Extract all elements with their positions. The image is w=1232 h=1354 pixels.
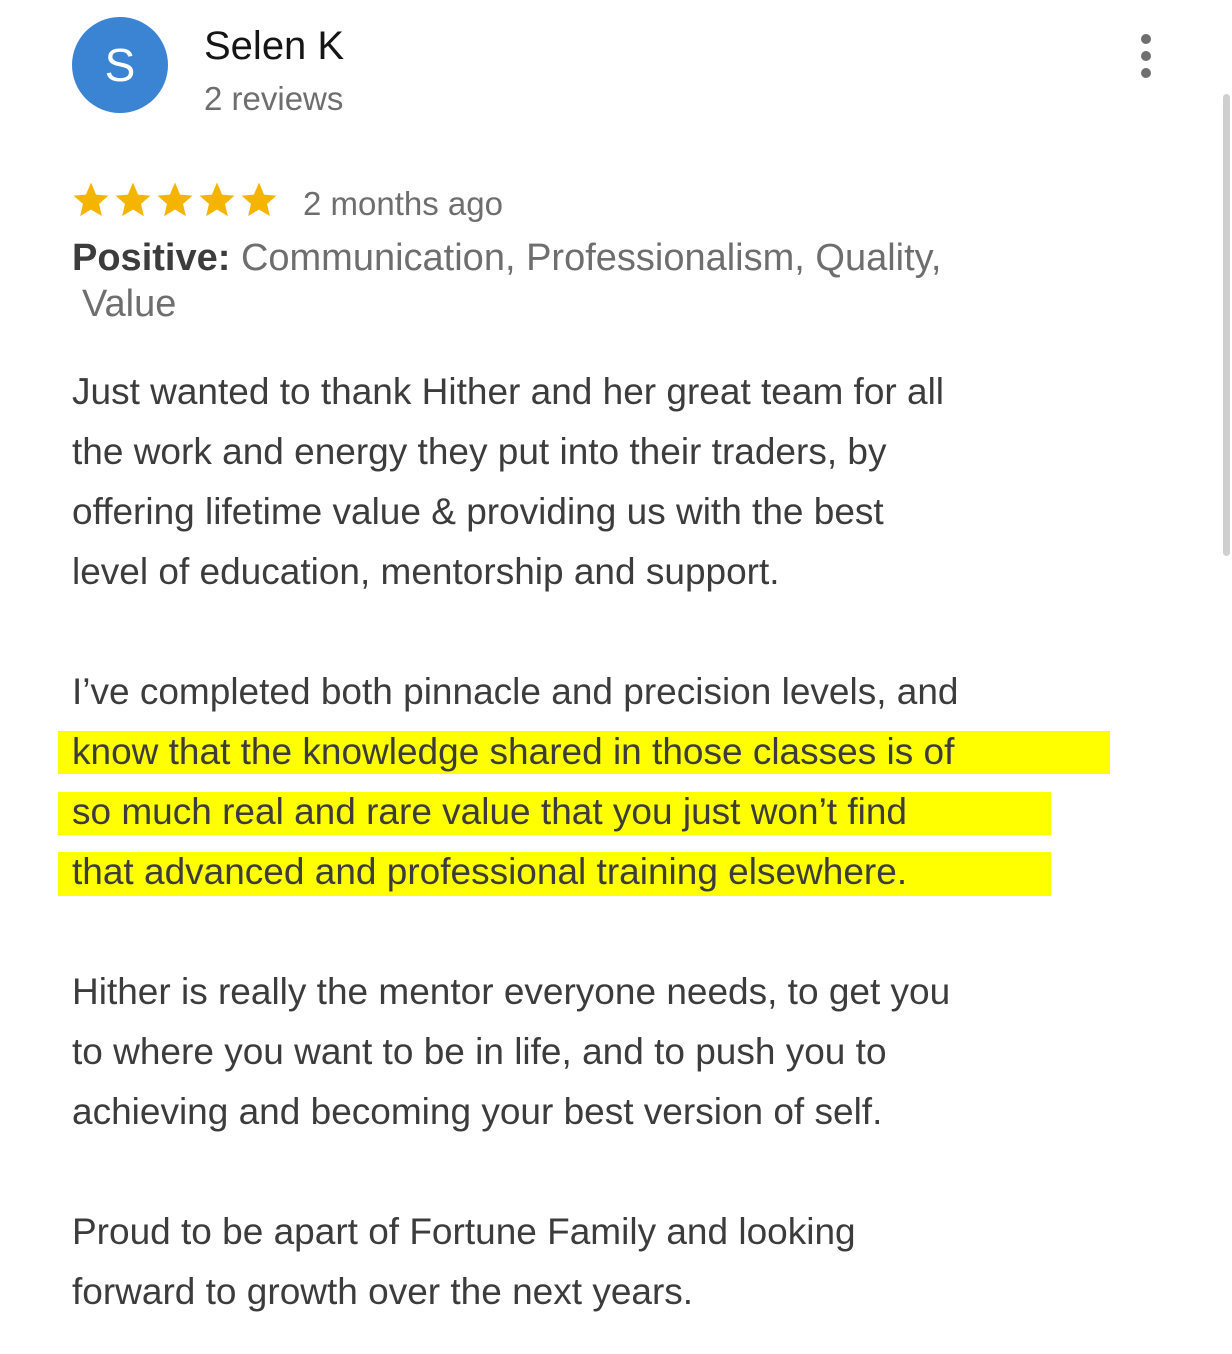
review-line: to where you want to be in life, and to … (72, 1031, 887, 1072)
review-line: level of education, mentorship and suppo… (72, 551, 780, 592)
review-line: Hither is really the mentor everyone nee… (72, 971, 951, 1012)
review-line: Proud to be apart of Fortune Family and … (72, 1211, 856, 1252)
review-line-highlighted: know that the knowledge shared in those … (72, 731, 955, 772)
review-line-highlighted: that advanced and professional training … (72, 851, 908, 892)
more-vert-icon-dot (1141, 51, 1151, 61)
review-line: Just wanted to thank Hither and her grea… (72, 371, 945, 412)
positive-label: Positive: (72, 237, 231, 279)
review-date: 2 months ago (303, 185, 503, 222)
review-line: offering lifetime value & providing us w… (72, 491, 884, 532)
review-paragraph-1: Just wanted to thank Hither and her grea… (72, 362, 1152, 602)
review-line: I’ve completed both pinnacle and precisi… (72, 671, 959, 712)
review-paragraph-4: Proud to be apart of Fortune Family and … (72, 1202, 1152, 1322)
scrollbar[interactable] (1223, 94, 1230, 556)
review-paragraph-3: Hither is really the mentor everyone nee… (72, 962, 1152, 1142)
reviewer-name[interactable]: Selen K (204, 24, 344, 69)
star-icon (115, 182, 151, 217)
more-options-button[interactable] (1126, 32, 1166, 80)
review-line: the work and energy they put into their … (72, 431, 887, 472)
positive-attributes: Positive: Communication, Professionalism… (72, 235, 1072, 327)
star-icon (241, 182, 277, 217)
more-vert-icon-dot (1141, 68, 1151, 78)
positive-values: Communication, Professionalism, Quality, (240, 237, 942, 279)
star-rating (70, 176, 280, 224)
review-line: forward to growth over the next years. (72, 1271, 694, 1312)
star-icon (73, 182, 109, 217)
star-icon (199, 182, 235, 217)
star-icon (157, 182, 193, 217)
avatar[interactable]: S (72, 17, 168, 113)
review-line-highlighted: so much real and rare value that you jus… (72, 791, 908, 832)
positive-values-cont: Value (82, 283, 177, 325)
review-paragraph-2: I’ve completed both pinnacle and precisi… (72, 662, 1152, 902)
review-count: 2 reviews (204, 80, 344, 117)
review-line: achieving and becoming your best version… (72, 1091, 883, 1132)
more-vert-icon (1141, 34, 1151, 44)
